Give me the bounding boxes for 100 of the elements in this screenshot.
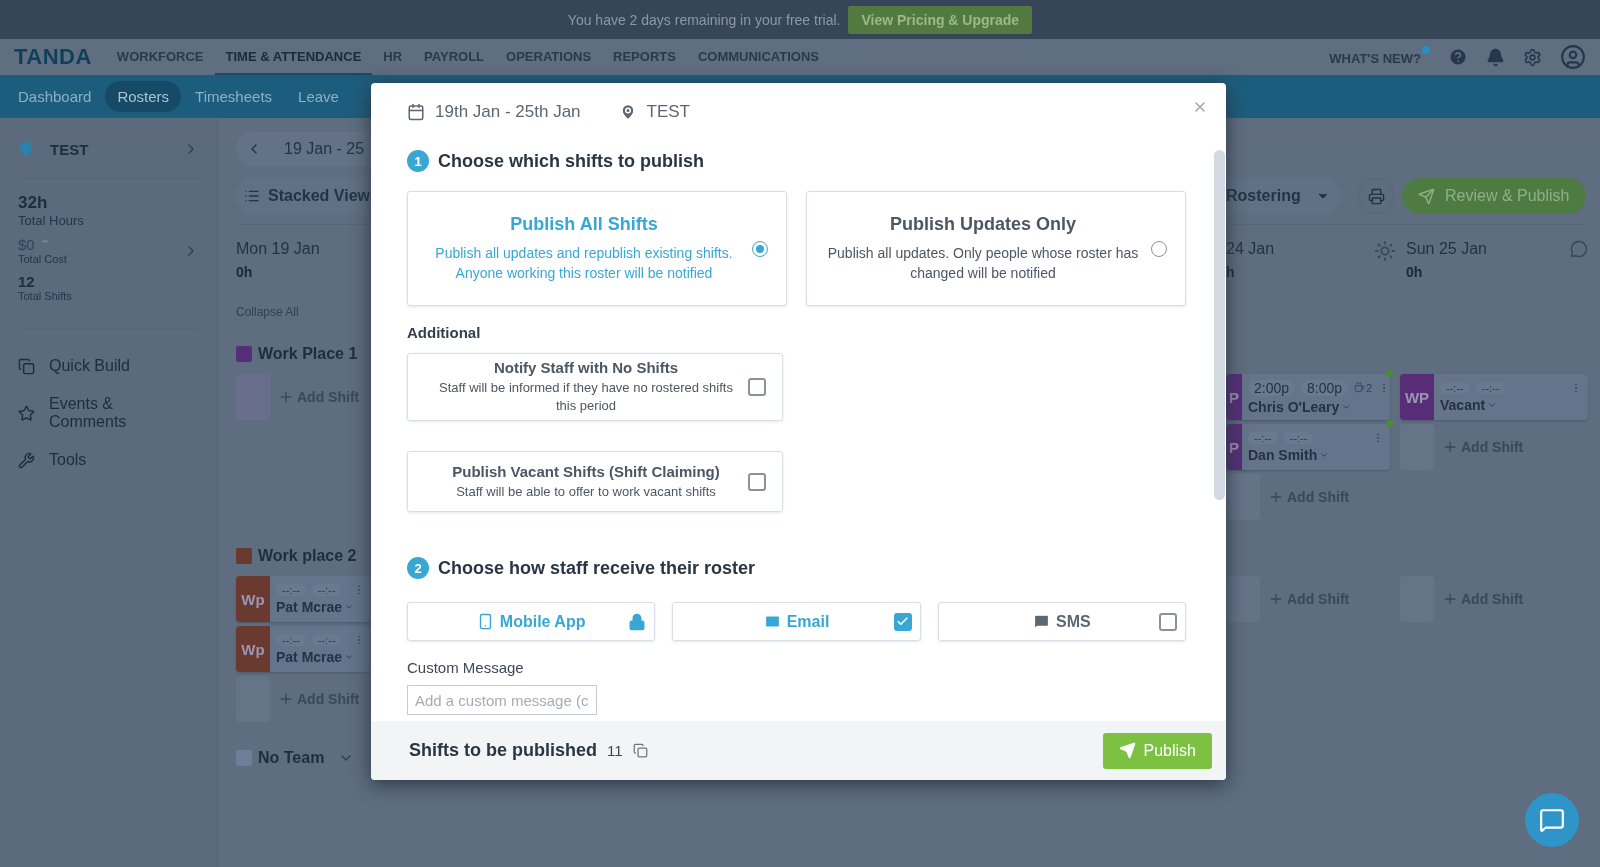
- step-title: Choose how staff receive their roster: [438, 557, 756, 579]
- channel-option[interactable]: Mobile App: [407, 602, 656, 641]
- speech-bubble-icon: [1033, 613, 1050, 630]
- option-description: Publish all updates and republish existing shifts. Anyone working this roster will be notified: [434, 244, 734, 283]
- subnav-tab[interactable]: Rosters: [105, 81, 182, 112]
- mode-dropdown[interactable]: Rostering: [1226, 178, 1340, 214]
- sidebar-item[interactable]: Tools: [18, 451, 199, 469]
- channel-label: SMS: [1056, 612, 1091, 631]
- shift-count-label: Shifts to be published: [409, 740, 597, 761]
- pages-icon: [18, 357, 35, 375]
- day-name: Mon 19 Jan: [236, 239, 321, 258]
- plus-icon: [1268, 489, 1284, 505]
- checkbox[interactable]: [748, 378, 766, 396]
- send-icon: [1118, 742, 1136, 759]
- publish-option-card[interactable]: Publish All Shifts Publish all updates and republish existing shifts. Anyone working this roster will be notified: [407, 191, 787, 306]
- publish-button[interactable]: Publish: [1102, 732, 1212, 769]
- star-icon: [18, 404, 35, 422]
- subnav-tab[interactable]: Dashboard: [6, 81, 104, 112]
- checkbox[interactable]: [1159, 612, 1177, 631]
- view-toggle-button[interactable]: Stacked View: [236, 178, 371, 214]
- stat-value: 32h: [18, 193, 48, 213]
- notification-dot: [1422, 46, 1430, 54]
- start-time[interactable]: --:--: [1440, 381, 1470, 394]
- team-name[interactable]: No Team: [258, 749, 325, 767]
- end-time[interactable]: --:--: [1283, 431, 1314, 444]
- option-title: Publish All Shifts: [510, 214, 658, 235]
- channel-option[interactable]: SMS: [937, 602, 1186, 641]
- subnav-tab[interactable]: Leave: [286, 81, 351, 112]
- staff-name[interactable]: Pat Mcrae: [276, 598, 365, 615]
- shift-placeholder: [1226, 576, 1260, 622]
- day-name: Sun 25 Jan: [1406, 239, 1488, 258]
- team-name[interactable]: Work place 2: [258, 547, 357, 565]
- start-time[interactable]: --:--: [276, 583, 306, 596]
- option-description: Staff will be able to offer to work vacant shifts: [456, 482, 716, 501]
- day-hours: 0h: [236, 263, 254, 280]
- custom-message-field[interactable]: Add a custom message (c: [407, 685, 597, 715]
- pages-icon[interactable]: [632, 743, 648, 758]
- plus-icon: [1442, 439, 1458, 455]
- team-avatar: Wp: [236, 576, 270, 622]
- printer-icon: [1367, 187, 1385, 205]
- chat-icon: [1539, 807, 1565, 833]
- plus-icon: [1268, 591, 1284, 607]
- staff-name[interactable]: Chris O'Leary: [1248, 398, 1384, 415]
- start-time[interactable]: 2:00p: [1248, 379, 1296, 396]
- wrench-icon: [18, 451, 35, 469]
- option-title: Publish Vacant Shifts (Shift Claiming): [452, 462, 720, 480]
- option-description: Publish all updates. Only people whose roster has changed will be notified: [826, 244, 1140, 283]
- shift-count: 11: [607, 742, 623, 759]
- review-publish-button[interactable]: Review & Publish: [1402, 178, 1586, 214]
- check-icon: [896, 615, 910, 628]
- day-name: 24 Jan: [1226, 239, 1276, 258]
- comment-icon[interactable]: [1570, 239, 1588, 258]
- option-description: Staff will be informed if they have no rostered shifts this period: [438, 379, 734, 415]
- shift-card[interactable]: WP --:-- --:-- Vacant: [1400, 374, 1588, 420]
- publish-option-card[interactable]: Publish Updates Only Publish all updates. Only people whose roster has changed will be notified: [806, 191, 1186, 306]
- scrollbar[interactable]: [1214, 150, 1225, 500]
- sidebar-item[interactable]: Quick Build: [18, 357, 199, 375]
- sidebar-item[interactable]: Events & Comments: [18, 395, 199, 431]
- date-range-picker[interactable]: 19 Jan - 25: [236, 132, 371, 166]
- team-avatar: Wp: [236, 626, 270, 672]
- bell-icon[interactable]: [1486, 47, 1505, 67]
- section-heading: Additional: [407, 324, 482, 343]
- checkbox[interactable]: [893, 612, 912, 631]
- trial-notice: You have 2 days remaining in your free trial.: [567, 11, 841, 28]
- step-number: 1: [407, 150, 429, 172]
- plus-icon: [1442, 591, 1458, 607]
- end-time[interactable]: --:--: [311, 583, 342, 596]
- option-title: Notify Staff with No Shifts: [493, 359, 679, 376]
- subnav-tab[interactable]: Timesheets: [183, 81, 285, 112]
- checkbox[interactable]: [748, 472, 766, 491]
- plus-icon: [278, 389, 294, 405]
- staff-name[interactable]: Pat Mcrae: [276, 648, 365, 665]
- end-time[interactable]: 8:00p: [1301, 379, 1349, 396]
- start-time[interactable]: --:--: [1248, 431, 1278, 444]
- field-label: Custom Message: [407, 659, 525, 677]
- team-name[interactable]: Work Place 1: [258, 345, 358, 363]
- sun-icon: [1374, 239, 1396, 262]
- option-card[interactable]: Publish Vacant Shifts (Shift Claiming) Staff will be able to offer to work vacant shifts: [407, 451, 783, 512]
- staff-name[interactable]: Vacant: [1440, 396, 1582, 413]
- calendar-icon: [407, 103, 425, 121]
- end-time[interactable]: --:--: [311, 633, 342, 646]
- avatar-icon[interactable]: [1560, 44, 1586, 70]
- dialog-location: TEST: [646, 102, 690, 122]
- end-time[interactable]: --:--: [1475, 381, 1506, 394]
- upgrade-button[interactable]: View Pricing & Upgrade: [848, 5, 1033, 34]
- day-hours: 0h: [1406, 263, 1424, 280]
- option-title: Publish Updates Only: [890, 214, 1076, 235]
- help-icon[interactable]: [1448, 47, 1468, 67]
- logo[interactable]: TANDA: [14, 44, 92, 70]
- plus-icon: [278, 691, 294, 707]
- step-title: Choose which shifts to publish: [438, 150, 704, 172]
- start-time[interactable]: --:--: [276, 633, 306, 646]
- cup-icon: [1354, 382, 1366, 393]
- location-name[interactable]: TEST: [50, 140, 89, 158]
- settings-icon[interactable]: [1523, 47, 1542, 67]
- channel-option[interactable]: Email: [672, 602, 921, 641]
- list-icon: [244, 188, 260, 204]
- option-card[interactable]: Notify Staff with No Shifts Staff will be informed if they have no rostered shifts this period: [407, 353, 783, 421]
- staff-name[interactable]: Dan Smith: [1248, 446, 1384, 463]
- team-avatar: WP: [1400, 374, 1434, 420]
